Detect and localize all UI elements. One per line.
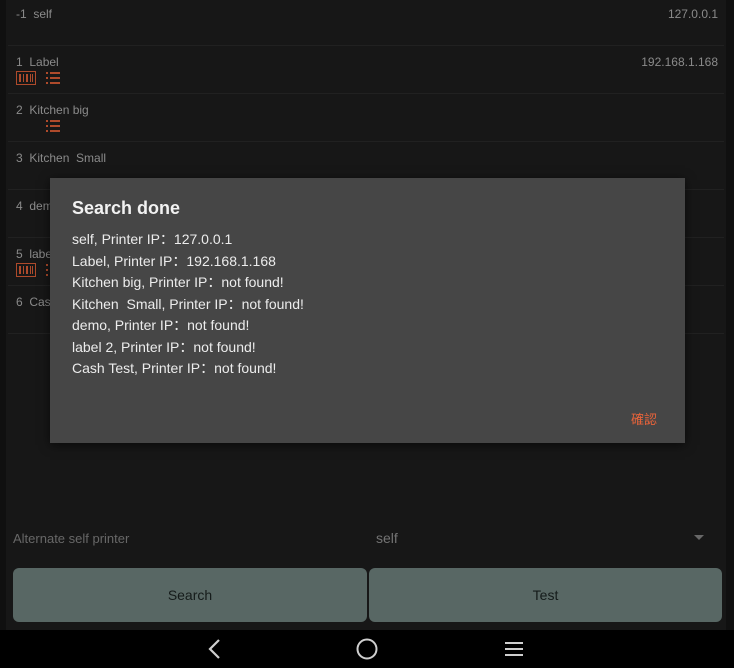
result-line: label 2, Printer IP：not found! <box>72 338 256 355</box>
result-line: Kitchen Small, Printer IP：not found! <box>72 295 304 312</box>
search-result-dialog: Search done self, Printer IP：127.0.0.1 L… <box>50 178 685 443</box>
result-line: demo, Printer IP：not found! <box>72 317 250 333</box>
menu-icon[interactable] <box>484 630 544 668</box>
dialog-message: self, Printer IP：127.0.0.1 Label, Printe… <box>72 229 304 380</box>
result-line: Kitchen big, Printer IP：not found! <box>72 274 284 290</box>
printer-settings-screen: -1 self 127.0.0.1 1 Label 192.168.1.168 … <box>0 0 734 630</box>
confirm-button[interactable]: 確認 <box>631 409 657 428</box>
result-line: Label, Printer IP：192.168.1.168 <box>72 252 276 269</box>
back-icon[interactable] <box>185 630 245 668</box>
result-line: Cash Test, Printer IP：not found! <box>72 360 277 376</box>
result-line: self, Printer IP：127.0.0.1 <box>72 231 233 247</box>
dialog-title: Search done <box>72 198 181 218</box>
system-nav-bar <box>0 630 734 668</box>
home-icon[interactable] <box>337 630 397 668</box>
